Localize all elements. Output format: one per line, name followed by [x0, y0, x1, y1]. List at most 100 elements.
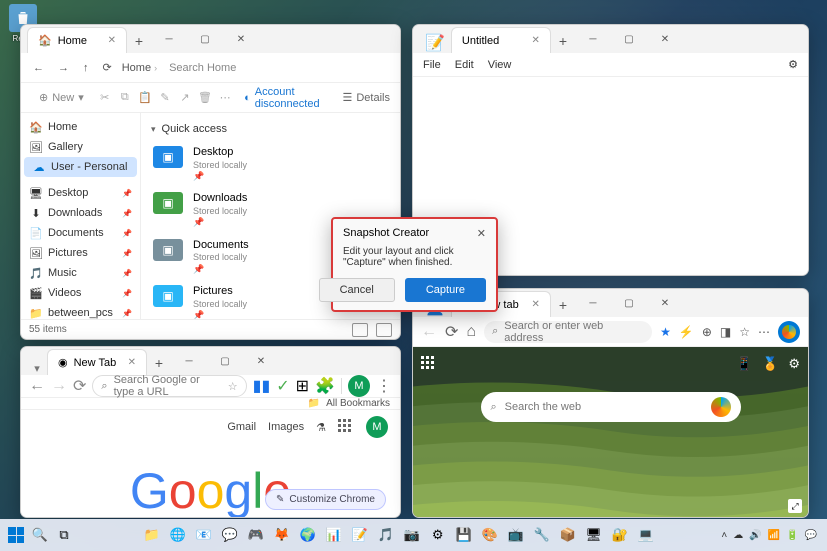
- nav-videos[interactable]: 🎬Videos📌: [21, 283, 140, 303]
- taskbar-app[interactable]: 💻: [634, 523, 658, 547]
- apps-grid-icon[interactable]: [421, 356, 437, 372]
- taskbar-app[interactable]: 🌐: [166, 523, 190, 547]
- taskbar-app[interactable]: 🦊: [270, 523, 294, 547]
- extension-icon[interactable]: ⚡: [679, 325, 694, 339]
- extension-icon-2[interactable]: ⊞: [296, 376, 309, 396]
- close-button[interactable]: ✕: [647, 25, 683, 53]
- taskbar-app[interactable]: 💬: [218, 523, 242, 547]
- dialog-close-button[interactable]: ✕: [477, 227, 486, 240]
- menu-edit[interactable]: Edit: [455, 59, 474, 71]
- close-tab-icon[interactable]: ✕: [128, 357, 136, 368]
- menu-file[interactable]: File: [423, 59, 441, 71]
- taskbar-app[interactable]: 📊: [322, 523, 346, 547]
- all-bookmarks[interactable]: All Bookmarks: [326, 398, 390, 409]
- search-icon[interactable]: 🔍: [28, 523, 52, 547]
- account-avatar[interactable]: M: [366, 416, 388, 438]
- new-tab-button[interactable]: +: [147, 351, 171, 375]
- quick-access-header[interactable]: ▾Quick access: [151, 119, 390, 141]
- favorite-icon[interactable]: ★: [660, 325, 671, 339]
- breadcrumb[interactable]: Home ›: [122, 62, 157, 74]
- favorites-icon[interactable]: ☆: [739, 325, 750, 339]
- copilot-icon[interactable]: [778, 321, 800, 343]
- split-icon[interactable]: ◨: [720, 325, 731, 339]
- customize-chrome-button[interactable]: ✎ Customize Chrome: [265, 489, 386, 510]
- forward-button[interactable]: →: [54, 60, 73, 76]
- copy-icon[interactable]: ⧉: [118, 89, 132, 107]
- close-button[interactable]: ✕: [647, 289, 683, 317]
- taskbar-app[interactable]: 🖥: [582, 523, 606, 547]
- taskbar-app[interactable]: 📦: [556, 523, 580, 547]
- taskbar-app[interactable]: 💾: [452, 523, 476, 547]
- extensions-icon[interactable]: 🧩: [315, 376, 335, 396]
- maximize-button[interactable]: ▢: [611, 289, 647, 317]
- nav-desktop[interactable]: 🖥Desktop📌: [21, 183, 140, 203]
- close-tab-icon[interactable]: ✕: [532, 299, 540, 310]
- images-link[interactable]: Images: [268, 421, 304, 433]
- wifi-icon[interactable]: 📶: [768, 530, 780, 541]
- new-tab-button[interactable]: +: [127, 29, 151, 53]
- taskbar-app[interactable]: 📧: [192, 523, 216, 547]
- share-icon[interactable]: ↗: [178, 89, 192, 107]
- maximize-button[interactable]: ▢: [611, 25, 647, 53]
- nav-music[interactable]: 🎵Music📌: [21, 263, 140, 283]
- task-view-icon[interactable]: ⧉: [52, 523, 76, 547]
- chrome-omnibox[interactable]: ⌕ Search Google or type a URL ☆: [92, 375, 246, 397]
- taskbar-app[interactable]: 📝: [348, 523, 372, 547]
- copilot-badge[interactable]: [711, 397, 731, 417]
- tray-chevron-icon[interactable]: ˄: [721, 530, 727, 541]
- home-button[interactable]: ⌂: [466, 323, 476, 341]
- system-tray[interactable]: ˄ ☁ 🔊 📶 🔋 💬: [721, 530, 823, 541]
- close-tab-icon[interactable]: ✕: [108, 35, 116, 46]
- taskbar-app[interactable]: 🔐: [608, 523, 632, 547]
- settings-icon[interactable]: ⚙: [788, 58, 798, 71]
- nav-between-pcs[interactable]: 📁between_pcs📌: [21, 303, 140, 319]
- reload-button[interactable]: ⟳: [73, 376, 86, 396]
- nav-user-personal[interactable]: ☁User - Personal: [24, 157, 137, 177]
- explorer-tab-home[interactable]: 🏠 Home ✕: [27, 27, 127, 53]
- tray-icon[interactable]: 🔊: [749, 530, 761, 541]
- taskbar[interactable]: 🔍 ⧉ 📁 🌐 📧 💬 🎮 🦊 🌍 📊 📝 🎵 📷 ⚙ 💾 🎨 📺 🔧 📦 🖥 …: [0, 519, 827, 551]
- taskbar-app[interactable]: 🎵: [374, 523, 398, 547]
- explorer-search[interactable]: Search Home: [163, 60, 392, 76]
- reload-button[interactable]: ⟳: [445, 322, 458, 342]
- new-tab-button[interactable]: +: [551, 293, 575, 317]
- collections-icon[interactable]: ⊕: [702, 325, 712, 339]
- taskbar-app[interactable]: 📺: [504, 523, 528, 547]
- extension-icon-1[interactable]: ✓: [276, 376, 289, 396]
- maximize-button[interactable]: ▢: [207, 347, 243, 375]
- taskbar-app[interactable]: 📷: [400, 523, 424, 547]
- close-button[interactable]: ✕: [223, 25, 259, 53]
- apps-icon[interactable]: [338, 419, 354, 435]
- new-button[interactable]: ⊕ New ▾: [31, 88, 92, 107]
- details-toggle[interactable]: ☰ Details: [342, 91, 390, 104]
- cancel-button[interactable]: Cancel: [319, 278, 395, 302]
- close-button[interactable]: ✕: [243, 347, 279, 375]
- taskbar-app[interactable]: 🌍: [296, 523, 320, 547]
- profile-avatar[interactable]: M: [348, 375, 370, 397]
- maximize-button[interactable]: ▢: [187, 25, 223, 53]
- gmail-link[interactable]: Gmail: [227, 421, 256, 433]
- quick-access-item[interactable]: ▣DesktopStored locally📌: [151, 141, 390, 187]
- rename-icon[interactable]: ✎: [158, 89, 172, 107]
- minimize-button[interactable]: ─: [151, 25, 187, 53]
- minimize-button[interactable]: ─: [171, 347, 207, 375]
- taskbar-app[interactable]: 🎨: [478, 523, 502, 547]
- notepad-tab[interactable]: Untitled ✕: [451, 27, 551, 53]
- settings-icon[interactable]: ⚙: [788, 356, 800, 372]
- details-view-button[interactable]: [352, 323, 368, 337]
- menu-icon[interactable]: ⋯: [758, 325, 770, 339]
- star-icon[interactable]: ☆: [228, 380, 238, 393]
- taskbar-app[interactable]: 🎮: [244, 523, 268, 547]
- more-icon[interactable]: ⋯: [218, 89, 232, 107]
- back-button[interactable]: ←: [29, 60, 48, 76]
- menu-view[interactable]: View: [488, 59, 512, 71]
- rewards-icon[interactable]: 🏅: [762, 356, 778, 372]
- breadcrumb-home[interactable]: Home: [122, 62, 151, 74]
- nav-downloads[interactable]: ⬇Downloads📌: [21, 203, 140, 223]
- chrome-window[interactable]: ▾ ◉ New Tab ✕ + ─ ▢ ✕ ← → ⟳ ⌕ Search Goo…: [20, 346, 401, 518]
- cut-icon[interactable]: ✂: [98, 89, 112, 107]
- paste-icon[interactable]: 📋: [138, 89, 152, 107]
- close-tab-icon[interactable]: ✕: [532, 35, 540, 46]
- start-button[interactable]: [4, 523, 28, 547]
- taskbar-app[interactable]: 🔧: [530, 523, 554, 547]
